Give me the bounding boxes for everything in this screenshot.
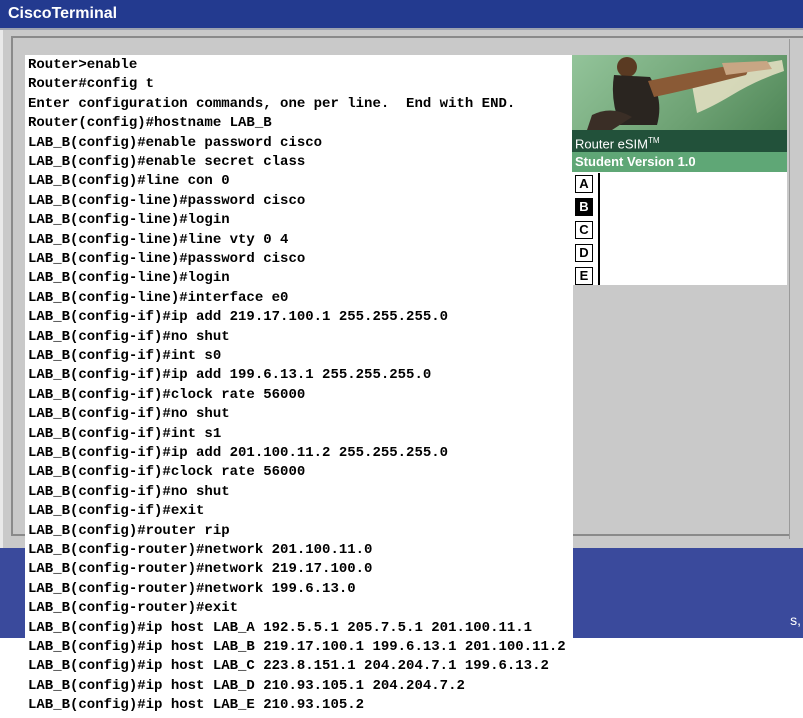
terminal-line: LAB_B(config)#ip host LAB_D 210.93.105.1…: [28, 677, 465, 694]
terminal-line: LAB_B(config-if)#no shut: [28, 406, 230, 423]
terminal-line: LAB_B(config-line)#password cisco: [28, 192, 306, 209]
terminal-line: LAB_B(config)#line con 0: [28, 173, 230, 190]
terminal-line: LAB_B(config)#router rip: [28, 522, 230, 539]
terminal-line: LAB_B(config)#ip host LAB_B 219.17.100.1…: [28, 639, 566, 655]
terminal-line: LAB_B(config-if)#int s1: [28, 425, 222, 442]
terminal-line: LAB_B(config-if)#ip add 219.17.100.1 255…: [28, 309, 449, 326]
terminal-line: LAB_B(config-if)#clock rate 56000: [28, 464, 306, 481]
esim-hero-image: [572, 55, 787, 130]
trademark-mark: TM: [647, 136, 660, 145]
terminal-line: LAB_B(config-line)#line vty 0 4: [28, 231, 289, 248]
terminal-line: LAB_B(config-if)#int s0: [28, 348, 222, 364]
vertical-scrollbar[interactable]: [789, 39, 803, 539]
terminal-line: LAB_B(config)#ip host LAB_A 192.5.5.1 20…: [28, 619, 533, 636]
terminal-line: LAB_B(config-router)#exit: [28, 600, 239, 617]
router-button-c[interactable]: C: [575, 221, 593, 239]
terminal-line: Enter configuration commands, one per li…: [28, 95, 516, 112]
panel-divider: [598, 173, 600, 285]
terminal-line: LAB_B(config)#ip host LAB_E 210.93.105.2: [28, 697, 365, 714]
terminal-line: LAB_B(config-line)#login: [28, 270, 230, 287]
terminal-line: LAB_B(config-if)#no shut: [28, 483, 230, 500]
esim-panel: Router eSIMTM Student Version 1.0 ABCDE: [572, 55, 787, 285]
title-bar: CiscoTerminal: [0, 0, 803, 30]
person-illustration-icon: [587, 57, 784, 130]
terminal-line: LAB_B(config-router)#network 219.17.100.…: [28, 561, 373, 578]
terminal-line: LAB_B(config)#enable secret class: [28, 154, 306, 170]
brand-label: Router eSIM: [575, 136, 648, 152]
terminal-line: LAB_B(config)#ip host LAB_C 223.8.151.1 …: [28, 658, 549, 675]
terminal-line: LAB_B(config-line)#password cisco: [28, 251, 306, 267]
terminal-line: LAB_B(config-if)#no shut: [28, 328, 230, 345]
terminal-line: LAB_B(config-if)#ip add 201.100.11.2 255…: [28, 445, 449, 461]
terminal-line: Router#config t: [28, 76, 155, 93]
terminal-line: LAB_B(config-if)#ip add 199.6.13.1 255.2…: [28, 367, 432, 384]
brand-bar: Router eSIMTM: [572, 130, 787, 152]
terminal-line: LAB_B(config-line)#login: [28, 212, 230, 229]
window-title: CiscoTerminal: [8, 5, 118, 22]
router-button-a[interactable]: A: [575, 175, 593, 193]
version-label: Student Version 1.0: [572, 152, 787, 172]
terminal-line: LAB_B(config)#enable password cisco: [28, 134, 323, 151]
terminal-output[interactable]: Router>enable Router#config t Enter config…: [25, 55, 573, 718]
router-button-e[interactable]: E: [575, 267, 593, 285]
terminal-line: LAB_B(config-if)#exit: [28, 503, 205, 520]
terminal-line: LAB_B(config-router)#network 199.6.13.0: [28, 580, 356, 597]
terminal-line: LAB_B(config-router)#network 201.100.11.…: [28, 542, 373, 558]
router-button-b[interactable]: B: [575, 198, 593, 216]
terminal-line: LAB_B(config-line)#interface e0: [28, 289, 289, 306]
router-button-d[interactable]: D: [575, 244, 593, 262]
background-text-fragment: s,: [790, 612, 801, 628]
terminal-line: Router(config)#hostname LAB_B: [28, 115, 272, 132]
terminal-line: Router>enable: [28, 57, 138, 73]
terminal-line: LAB_B(config-if)#clock rate 56000: [28, 386, 306, 403]
